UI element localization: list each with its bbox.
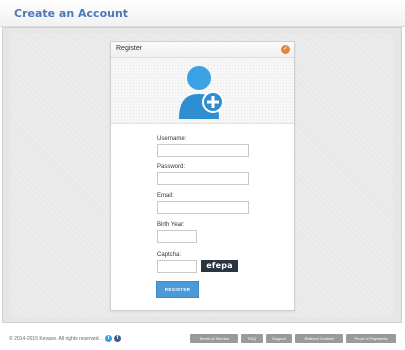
copyright-text: © 2014-2015 Kevace. All rights reserved. bbox=[9, 336, 100, 342]
check-circle-icon: ✓ bbox=[281, 45, 290, 54]
password-label: Password: bbox=[157, 164, 186, 170]
username-input[interactable] bbox=[157, 144, 249, 157]
twitter-icon[interactable]: t bbox=[105, 335, 112, 342]
register-button[interactable]: REGISTER bbox=[156, 281, 199, 298]
footer-link-referral[interactable]: Referral Contest bbox=[295, 334, 343, 343]
captcha-image: efepa bbox=[201, 260, 238, 272]
page-title: Create an Account bbox=[14, 7, 129, 20]
footer-link-proof[interactable]: Proof of Payments bbox=[346, 334, 396, 343]
card-header: Register ✓ bbox=[111, 42, 294, 58]
card-title: Register bbox=[116, 45, 143, 52]
page-header: Create an Account bbox=[0, 0, 405, 27]
add-user-icon bbox=[179, 66, 224, 119]
captcha-label: Captcha: bbox=[157, 252, 182, 258]
captcha-input[interactable] bbox=[157, 260, 197, 273]
birth-year-label: Birth Year: bbox=[157, 222, 185, 228]
username-label: Username: bbox=[157, 136, 187, 142]
password-input[interactable] bbox=[157, 172, 249, 185]
footer-link-support[interactable]: Support bbox=[266, 334, 292, 343]
avatar-area bbox=[111, 58, 294, 124]
email-label: Email: bbox=[157, 193, 174, 199]
footer-link-faq[interactable]: FAQ bbox=[241, 334, 263, 343]
footer-link-terms[interactable]: Terms of Service bbox=[190, 334, 238, 343]
email-input[interactable] bbox=[157, 201, 249, 214]
facebook-icon[interactable]: f bbox=[114, 335, 121, 342]
birth-year-input[interactable] bbox=[157, 230, 197, 243]
